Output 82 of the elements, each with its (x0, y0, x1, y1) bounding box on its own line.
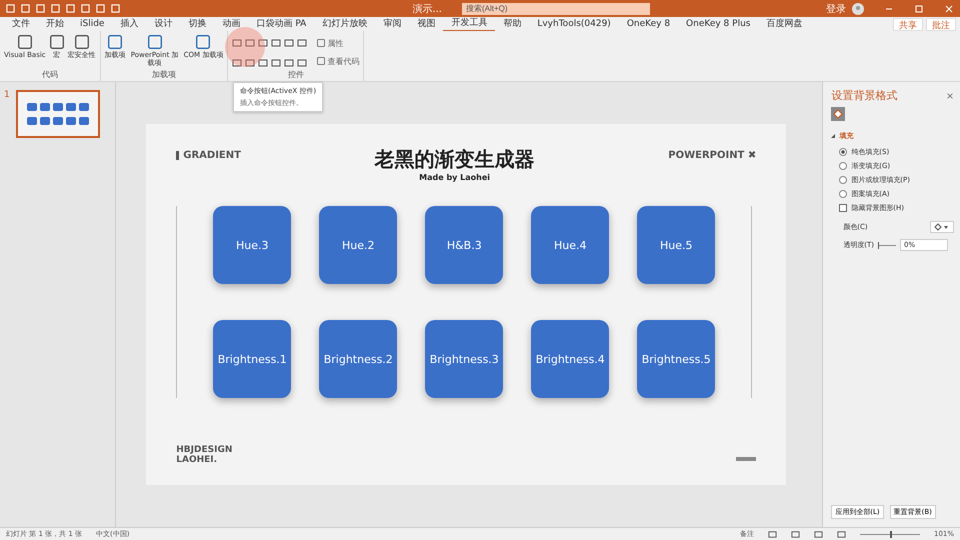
gradient-button[interactable]: Brightness.1 (213, 320, 292, 398)
control-icon[interactable] (271, 38, 282, 48)
ribbon-tab[interactable]: 审阅 (375, 18, 410, 30)
close-icon[interactable] (946, 92, 954, 100)
avatar-icon[interactable] (852, 2, 864, 14)
gradient-button[interactable]: Hue.5 (637, 206, 716, 284)
group-label: 代码 (42, 69, 58, 81)
ribbon-tab[interactable]: 口袋动画 PA (248, 18, 314, 30)
radio-button[interactable] (839, 176, 848, 184)
gradient-button[interactable]: H&B.3 (425, 206, 504, 284)
control-icon[interactable] (232, 38, 242, 48)
square-icon (194, 33, 212, 51)
control-icon[interactable] (232, 58, 242, 68)
view-icon[interactable] (768, 530, 777, 538)
view-icon[interactable] (790, 530, 800, 538)
collapse-icon[interactable] (831, 134, 836, 138)
bar-mark (176, 151, 180, 160)
ribbon-tab[interactable]: 动画 (214, 18, 248, 30)
control-icon[interactable] (297, 58, 308, 68)
click-highlight (225, 27, 265, 67)
maximize-icon[interactable] (914, 4, 924, 14)
slide-title: 老黑的渐变生成器 (374, 146, 535, 173)
square-icon (106, 33, 124, 51)
control-icon[interactable] (258, 58, 268, 68)
checkbox[interactable] (839, 204, 848, 212)
group-label: 控件 (288, 69, 304, 81)
gradient-button[interactable]: Hue.3 (213, 206, 292, 284)
square-icon (146, 33, 164, 51)
ribbon-tab[interactable]: LvyhTools(0429) (529, 18, 619, 30)
ribbon-tab[interactable]: 幻灯片放映 (314, 18, 376, 30)
square-icon (316, 38, 326, 48)
ribbon-tab[interactable]: 文件 (4, 18, 38, 30)
view-icon[interactable] (836, 530, 846, 538)
dash-mark (736, 457, 756, 461)
ribbon-tab[interactable]: 帮助 (495, 18, 530, 30)
ribbon-tab[interactable]: OneKey 8 (618, 18, 678, 30)
gradient-button[interactable]: Hue.4 (531, 206, 610, 284)
ribbon-tab[interactable]: 切换 (180, 18, 214, 30)
slide-thumbnail[interactable] (16, 90, 100, 138)
ribbon-button[interactable]: 属性 (316, 37, 360, 49)
account-link[interactable]: 登录 (826, 2, 846, 16)
control-icon[interactable] (271, 58, 282, 68)
ribbon-tab[interactable]: 插入 (112, 18, 146, 30)
ribbon-tab[interactable]: iSlide (72, 18, 112, 30)
square-icon (48, 33, 66, 51)
ribbon-button[interactable]: 查看代码 (316, 55, 360, 67)
slide-number: 1 (4, 90, 10, 100)
slide-subtitle: Made by Laohei (419, 173, 490, 182)
search-field[interactable]: 搜索(Alt+Q) (462, 2, 650, 14)
radio-button[interactable] (839, 190, 848, 198)
control-icon[interactable] (297, 38, 308, 48)
square-icon (16, 33, 34, 51)
ribbon-tab[interactable]: 设计 (146, 18, 180, 30)
control-icon[interactable] (284, 38, 294, 48)
slide-tag: GRADIENT (183, 150, 241, 161)
gradient-button[interactable]: Brightness.4 (531, 320, 610, 398)
square-icon (72, 33, 91, 51)
gradient-button[interactable]: Brightness.5 (637, 320, 716, 398)
color-picker[interactable] (930, 221, 954, 233)
gradient-button[interactable]: Hue.2 (319, 206, 398, 284)
ribbon-tab[interactable]: 百度网盘 (758, 18, 810, 30)
window-title: 演示... (411, 2, 442, 16)
slide-tag: POWERPOINT ✖ (668, 150, 756, 161)
ribbon-tab[interactable]: OneKey 8 Plus (678, 18, 758, 30)
share-button[interactable]: 批注 (926, 18, 956, 30)
group-label: 加载项 (152, 69, 176, 81)
pane-title: 设置背景格式 (831, 88, 898, 103)
radio-button[interactable] (839, 162, 848, 170)
radio-button[interactable] (839, 148, 848, 156)
fill-icon[interactable] (831, 107, 846, 121)
control-icon[interactable] (245, 38, 256, 48)
gradient-button[interactable]: Brightness.3 (425, 320, 504, 398)
ribbon-tab[interactable]: 开始 (38, 18, 72, 30)
square-icon (316, 56, 326, 66)
slide-footer: HBJDESIGN LAOHEI. (176, 445, 232, 465)
control-icon[interactable] (258, 38, 268, 48)
gradient-button[interactable]: Brightness.2 (319, 320, 398, 398)
control-icon[interactable] (245, 58, 256, 68)
ribbon-tab[interactable]: 视图 (409, 18, 444, 30)
control-icon[interactable] (284, 58, 294, 68)
share-button[interactable]: 共享 (893, 18, 923, 30)
view-icon[interactable] (814, 530, 823, 538)
